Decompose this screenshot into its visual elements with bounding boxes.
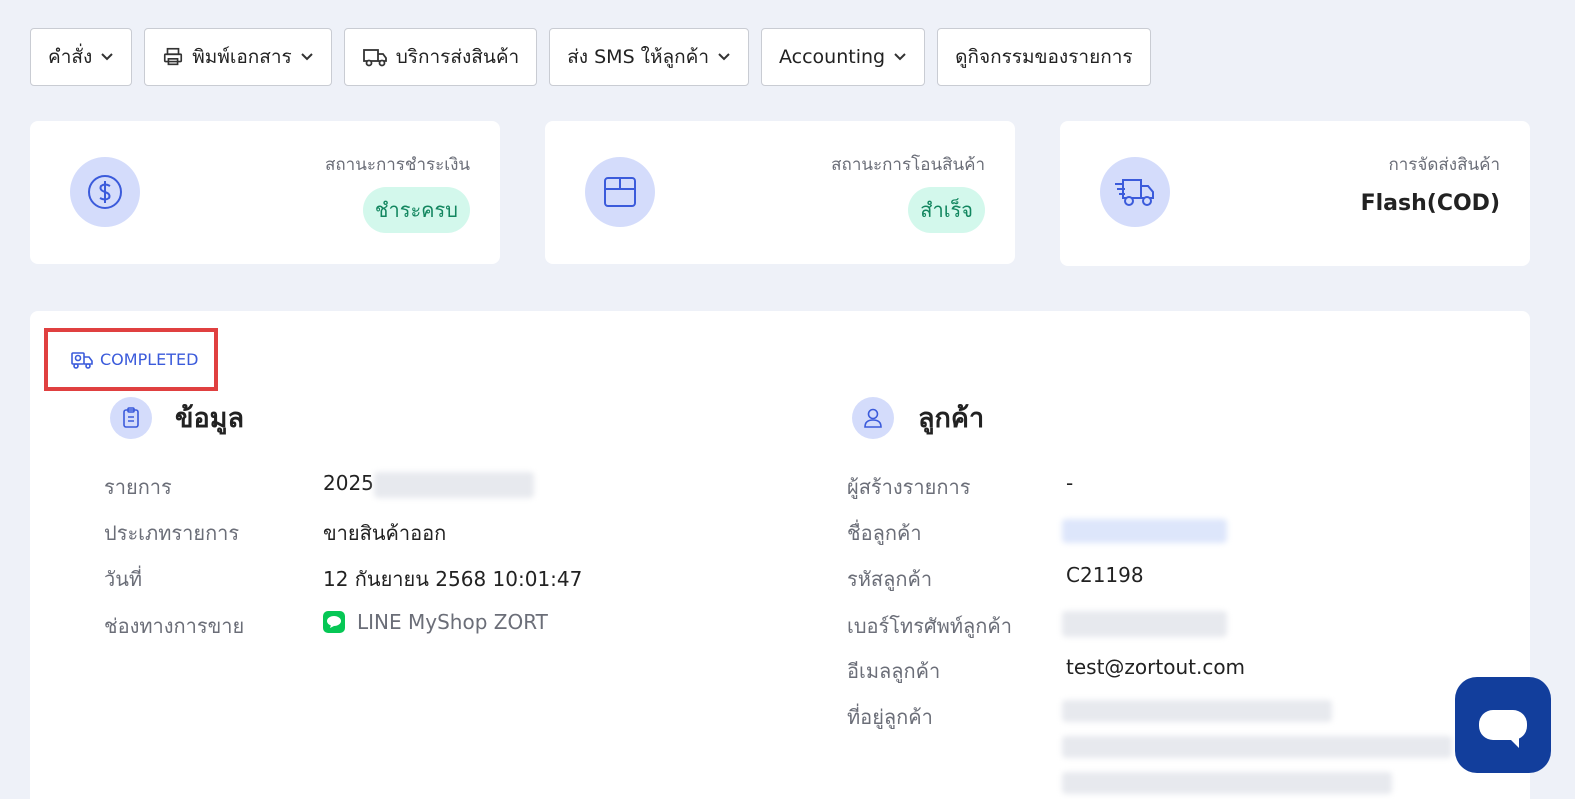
chat-button[interactable] (1455, 677, 1551, 773)
transfer-status-title: สถานะการโอนสินค้า (831, 155, 985, 175)
delivery-title: การจัดส่งสินค้า (1388, 155, 1500, 175)
transfer-status-card: สถานะการโอนสินค้า สำเร็จ (545, 121, 1015, 264)
customer-value-name[interactable] (1062, 517, 1227, 543)
status-text: COMPLETED (100, 350, 199, 369)
info-value-date: 12 กันยายน 2568 10:01:47 (323, 567, 583, 591)
customer-value-creator: - (1066, 471, 1074, 495)
payment-status-title: สถานะการชำระเงิน (324, 155, 470, 175)
fast-truck-icon (1100, 157, 1170, 227)
delivery-van-icon (71, 351, 93, 369)
info-label-type: ประเภทรายการ (104, 521, 240, 545)
box-icon (585, 157, 655, 227)
view-activity-button[interactable]: ดูกิจกรรมของรายการ (937, 28, 1151, 86)
info-section-title: ข้อมูล (175, 403, 245, 434)
redacted-address-line-2 (1062, 736, 1452, 758)
chevron-down-icon (301, 53, 313, 61)
transfer-status-badge: สำเร็จ (908, 187, 985, 233)
activity-label: ดูกิจกรรมของรายการ (955, 46, 1133, 68)
clipboard-icon (110, 397, 152, 439)
command-label: คำสั่ง (48, 46, 93, 68)
accounting-label: Accounting (779, 46, 886, 68)
redacted-customer-name (1062, 518, 1227, 543)
chat-bubble-icon (1479, 710, 1527, 748)
toolbar: คำสั่ง พิมพ์เอกสาร บริการส่งสินค้า ส่ง S… (30, 28, 1151, 86)
customer-section-title: ลูกค้า (918, 403, 985, 434)
customer-label-phone: เบอร์โทรศัพท์ลูกค้า (847, 614, 1012, 638)
printer-icon (164, 47, 183, 66)
order-number: 2025 (323, 471, 374, 495)
redacted-address-line-3 (1062, 772, 1392, 794)
chevron-down-icon (894, 53, 906, 61)
payment-status-card: สถานะการชำระเงิน ชำระครบ (30, 121, 500, 264)
send-sms-button[interactable]: ส่ง SMS ให้ลูกค้า (549, 28, 749, 86)
command-dropdown-button[interactable]: คำสั่ง (30, 28, 133, 86)
chevron-down-icon (101, 53, 113, 61)
delivery-value: Flash(COD) (1360, 191, 1500, 216)
customer-label-creator: ผู้สร้างรายการ (847, 475, 971, 499)
customer-label-name: ชื่อลูกค้า (847, 521, 922, 545)
print-label: พิมพ์เอกสาร (192, 46, 292, 68)
shipping-service-label: บริการส่งสินค้า (395, 46, 520, 68)
channel-name: LINE MyShop ZORT (357, 610, 548, 634)
accounting-button[interactable]: Accounting (761, 28, 926, 86)
redacted-order-number (373, 471, 534, 498)
customer-label-email: อีเมลลูกค้า (847, 659, 941, 683)
customer-label-code: รหัสลูกค้า (847, 567, 933, 591)
customer-label-address: ที่อยู่ลูกค้า (847, 705, 933, 729)
info-value-order: 2025 (323, 471, 534, 498)
line-icon (323, 611, 345, 633)
print-document-button[interactable]: พิมพ์เอกสาร (144, 28, 332, 86)
payment-status-badge: ชำระครบ (362, 187, 470, 233)
status-badge: COMPLETED (44, 328, 218, 391)
chevron-down-icon (718, 53, 730, 61)
shipping-service-button[interactable]: บริการส่งสินค้า (343, 28, 538, 86)
customer-value-phone (1062, 610, 1227, 637)
user-icon (852, 397, 894, 439)
dollar-circle-icon (70, 157, 140, 227)
sms-label: ส่ง SMS ให้ลูกค้า (567, 46, 709, 68)
redacted-customer-phone (1062, 610, 1227, 637)
info-value-type: ขายสินค้าออก (323, 521, 447, 545)
info-label-order: รายการ (104, 475, 172, 499)
info-value-channel: LINE MyShop ZORT (323, 610, 548, 634)
customer-value-code: C21198 (1066, 563, 1144, 587)
truck-icon (362, 49, 387, 67)
customer-value-address (1062, 700, 1452, 794)
info-label-channel: ช่องทางการขาย (104, 614, 245, 638)
info-label-date: วันที่ (104, 567, 143, 591)
redacted-address-line-1 (1062, 700, 1332, 722)
delivery-card: การจัดส่งสินค้า Flash(COD) (1060, 121, 1530, 266)
customer-value-email: test@zortout.com (1066, 655, 1246, 679)
